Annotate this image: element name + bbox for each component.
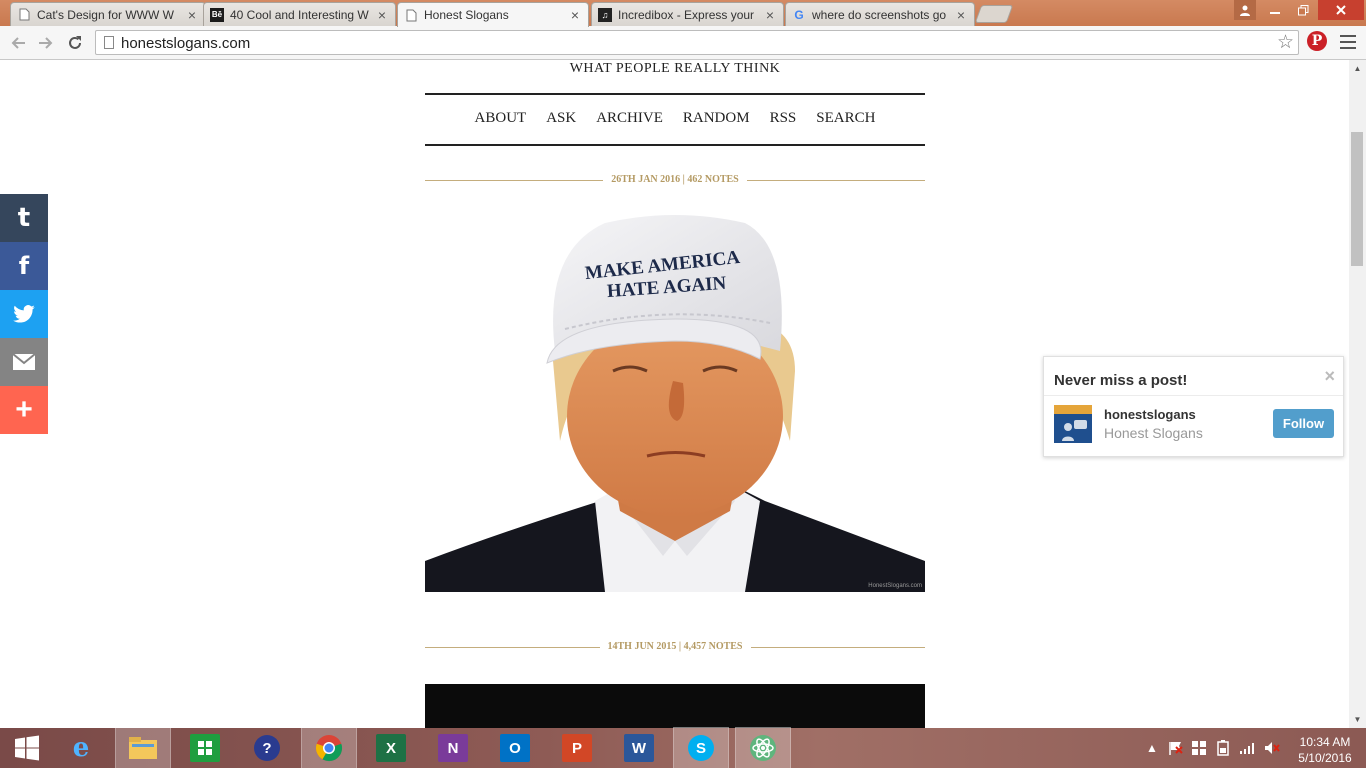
tab-label: Cat's Design for WWW W <box>37 7 174 22</box>
user-icon[interactable] <box>1234 0 1256 20</box>
email-share-button[interactable] <box>0 338 48 386</box>
post-date-notes[interactable]: 26TH JAN 2016 | 462 NOTES <box>603 174 747 185</box>
action-center-flag-icon[interactable] <box>1168 728 1184 768</box>
nav-random[interactable]: RANDOM <box>683 110 750 127</box>
atom-icon[interactable] <box>735 727 791 768</box>
browser-toolbar: honestslogans.com ☆ P <box>0 26 1366 60</box>
clock-date: 5/10/2016 <box>1298 751 1352 765</box>
tab-cats-design[interactable]: Cat's Design for WWW W × <box>10 2 206 26</box>
scroll-down-icon[interactable]: ▼ <box>1349 715 1366 724</box>
tab-label: where do screenshots go <box>812 7 947 22</box>
divider <box>425 93 925 95</box>
store-icon[interactable] <box>178 728 232 768</box>
menu-icon[interactable] <box>1340 35 1356 53</box>
system-clock[interactable]: 10:34 AM 5/10/2016 <box>1290 734 1360 766</box>
divider <box>1044 395 1343 396</box>
clock-time: 10:34 AM <box>1299 735 1351 749</box>
twitter-share-button[interactable] <box>0 290 48 338</box>
close-icon[interactable]: × <box>1324 366 1335 387</box>
address-bar[interactable]: honestslogans.com ☆ <box>95 30 1299 55</box>
close-icon[interactable]: × <box>375 7 389 23</box>
tab-google-search[interactable]: G where do screenshots go × <box>785 2 975 26</box>
onenote-icon[interactable]: N <box>426 728 480 768</box>
volume-muted-icon[interactable] <box>1264 728 1280 768</box>
windows-taskbar: e ? X N O P W S ▲ <box>0 727 1366 768</box>
music-icon: ♫ <box>598 7 612 22</box>
close-icon[interactable]: × <box>954 7 968 23</box>
show-hidden-icons[interactable]: ▲ <box>1146 728 1158 768</box>
page-icon <box>104 36 114 49</box>
tab-label: Honest Slogans <box>424 8 509 22</box>
facebook-icon: f <box>18 252 30 280</box>
new-tab-button[interactable] <box>974 5 1014 23</box>
power-icon[interactable] <box>1216 728 1230 768</box>
follow-button[interactable]: Follow <box>1273 409 1334 438</box>
blog-name[interactable]: honestslogans <box>1104 407 1196 422</box>
close-icon[interactable]: × <box>185 7 199 23</box>
nav-about[interactable]: ABOUT <box>475 110 527 127</box>
tab-40-cool[interactable]: Bē 40 Cool and Interesting W × <box>203 2 396 26</box>
follow-popup: Never miss a post! × honestslogans Hones… <box>1043 356 1344 457</box>
browser-tab-strip: Cat's Design for WWW W × Bē 40 Cool and … <box>0 0 1366 27</box>
windows-update-icon[interactable] <box>1192 728 1206 768</box>
close-icon[interactable]: × <box>763 7 777 23</box>
facebook-share-button[interactable]: f <box>0 242 48 290</box>
post-date-notes[interactable]: 14TH JUN 2015 | 4,457 NOTES <box>599 641 751 652</box>
excel-icon[interactable]: X <box>364 728 418 768</box>
google-icon: G <box>794 7 804 22</box>
blog-tagline: WHAT PEOPLE REALLY THINK <box>569 61 781 76</box>
skype-icon[interactable]: S <box>673 727 729 768</box>
url-text: honestslogans.com <box>121 35 251 52</box>
scrollbar-thumb[interactable] <box>1351 132 1363 266</box>
network-signal-icon[interactable] <box>1240 728 1256 768</box>
plus-icon: + <box>15 393 33 426</box>
bookmark-star-icon[interactable]: ☆ <box>1277 31 1294 54</box>
tab-label: Incredibox - Express your <box>618 7 755 22</box>
nav-ask[interactable]: ASK <box>546 110 576 127</box>
blog-nav: ABOUT ASK ARCHIVE RANDOM RSS SEARCH <box>425 110 925 127</box>
word-icon[interactable]: W <box>612 728 666 768</box>
post-meta: 14TH JUN 2015 | 4,457 NOTES <box>425 641 925 655</box>
tumblr-share-button[interactable]: t <box>0 194 48 242</box>
vertical-scrollbar[interactable]: ▲ ▼ <box>1349 60 1366 728</box>
tumblr-icon: t <box>17 203 31 233</box>
blog-avatar[interactable] <box>1054 405 1092 443</box>
behance-icon: Bē <box>210 7 224 22</box>
twitter-icon <box>13 305 35 323</box>
divider <box>425 144 925 146</box>
post-meta: 26TH JAN 2016 | 462 NOTES <box>425 174 925 188</box>
popup-title: Never miss a post! <box>1054 372 1188 389</box>
blog-title: Honest Slogans <box>1104 425 1203 441</box>
back-arrow-icon[interactable] <box>6 31 30 55</box>
nav-rss[interactable]: RSS <box>770 110 797 127</box>
image-credit: HonestSlogans.com <box>868 583 922 589</box>
pinterest-icon[interactable]: P <box>1307 31 1327 51</box>
scroll-up-icon[interactable]: ▲ <box>1349 64 1366 73</box>
minimize-icon[interactable] <box>1262 0 1288 20</box>
tab-honest-slogans[interactable]: Honest Slogans × <box>397 2 589 27</box>
post-image[interactable]: MAKE AMERICA HATE AGAIN HonestSlogans.co… <box>425 211 925 592</box>
nav-search[interactable]: SEARCH <box>816 110 875 127</box>
powerpoint-icon[interactable]: P <box>550 728 604 768</box>
page-icon <box>404 8 418 22</box>
close-window-icon[interactable] <box>1318 0 1364 20</box>
internet-explorer-icon[interactable]: e <box>54 728 108 768</box>
outlook-icon[interactable]: O <box>488 728 542 768</box>
page-icon <box>17 8 31 22</box>
restore-icon[interactable] <box>1290 0 1316 20</box>
windows-start-icon[interactable] <box>0 728 54 768</box>
post-image[interactable] <box>425 684 925 728</box>
forward-arrow-icon[interactable] <box>34 31 58 55</box>
close-icon[interactable]: × <box>568 7 582 23</box>
nav-archive[interactable]: ARCHIVE <box>596 110 663 127</box>
reload-icon[interactable] <box>63 31 87 55</box>
mail-icon <box>12 353 36 370</box>
tab-incredibox[interactable]: ♫ Incredibox - Express your × <box>591 2 784 26</box>
more-share-button[interactable]: + <box>0 386 48 434</box>
help-icon[interactable]: ? <box>240 728 294 768</box>
tab-label: 40 Cool and Interesting W <box>230 7 369 22</box>
file-explorer-icon[interactable] <box>115 727 171 768</box>
chrome-icon[interactable] <box>301 727 357 768</box>
